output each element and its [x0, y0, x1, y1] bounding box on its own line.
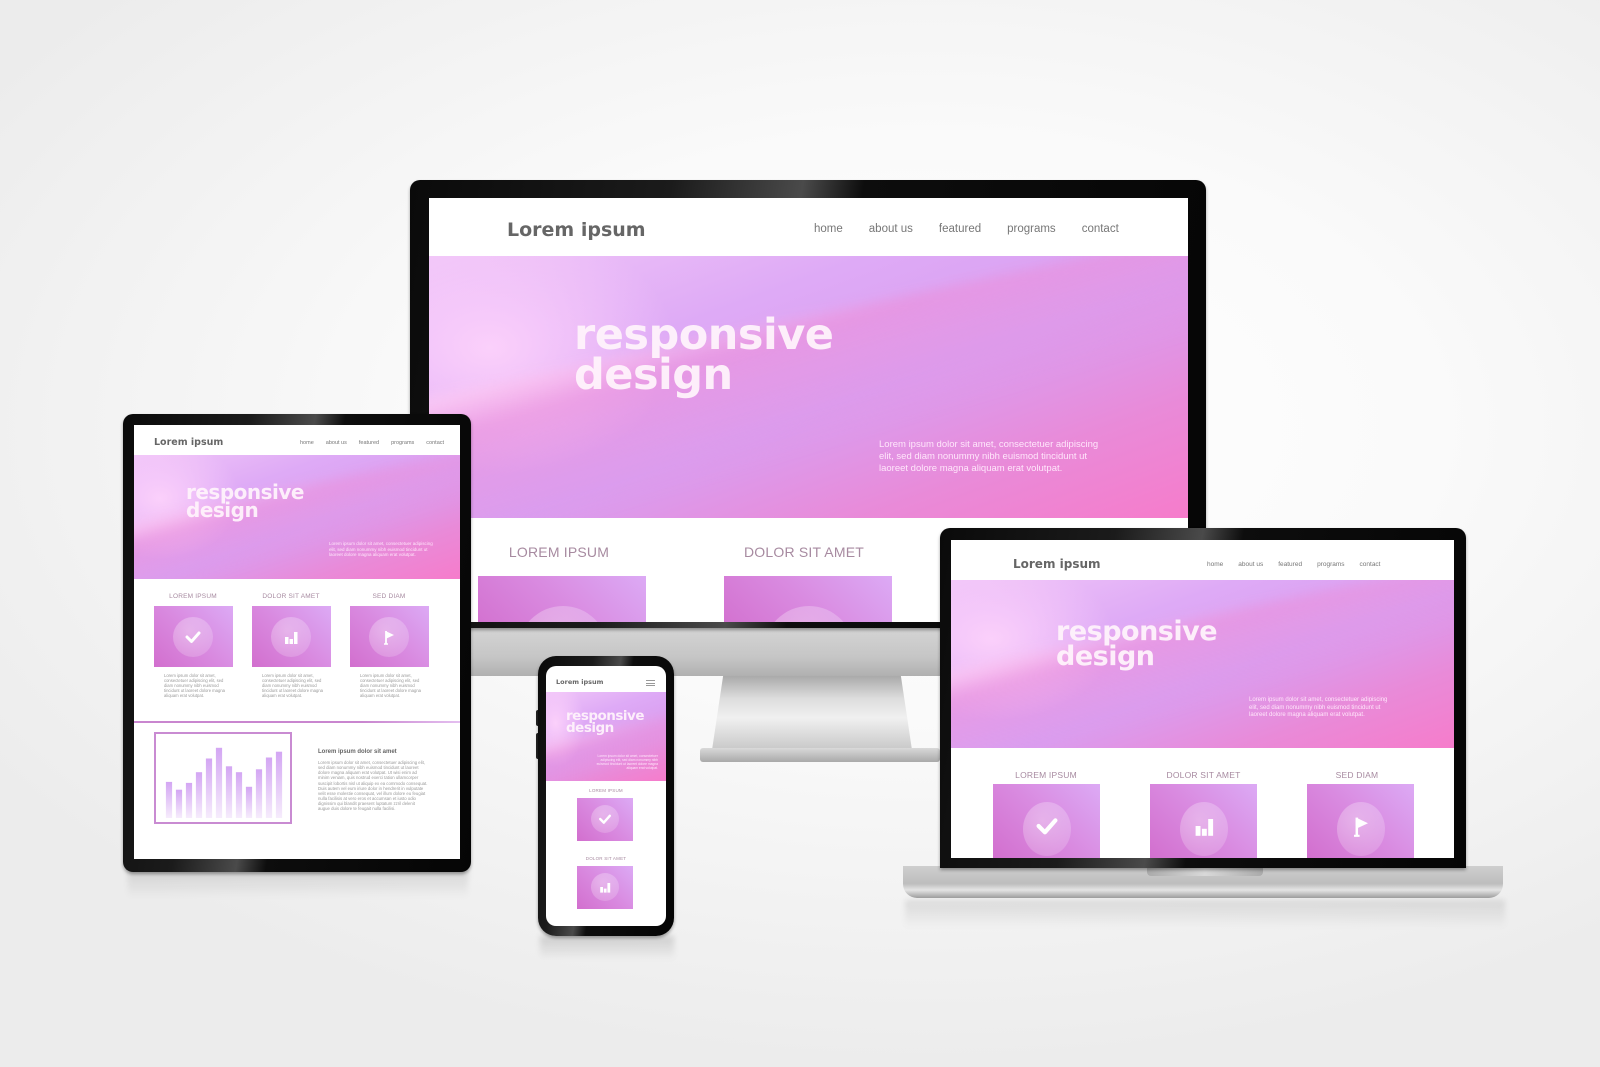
nav-about-us[interactable]: about us — [326, 440, 347, 446]
feature-body-3: Lorem ipsum dolor sit amet, consectetuer… — [360, 673, 421, 699]
feature-card-2[interactable] — [724, 576, 892, 622]
hero-copy: Lorem ipsum dolor sit amet, consectetuer… — [329, 541, 433, 558]
feature-card-1[interactable] — [993, 784, 1100, 858]
flag-icon — [384, 631, 394, 645]
bar-chart-icon — [285, 632, 298, 644]
check-icon — [599, 814, 611, 824]
feature-body-1: Lorem ipsum dolor sit amet, consectetuer… — [164, 673, 225, 699]
feature-card-1[interactable] — [478, 576, 646, 622]
feature-label-1: LOREM IPSUM — [1015, 770, 1077, 780]
hero-title-line2: design — [1056, 640, 1155, 672]
feature-label-1: LOREM IPSUM — [589, 788, 623, 793]
nav-contact[interactable]: contact — [1360, 561, 1381, 568]
feature-label-2: DOLOR SIT AMET — [743, 544, 864, 560]
feature-card-2[interactable] — [252, 606, 331, 667]
nav-programs[interactable]: programs — [1317, 561, 1344, 568]
chart-bar-4 — [195, 772, 203, 818]
feature-card-1[interactable] — [154, 606, 233, 667]
flag-icon — [1354, 817, 1368, 837]
nav-featured[interactable]: featured — [359, 440, 379, 446]
hero-title: responsive design — [574, 314, 834, 400]
nav-programs[interactable]: programs — [1007, 223, 1056, 235]
hero-banner: responsive design Lorem ipsum dolor sit … — [134, 455, 460, 579]
hamburger-menu-icon[interactable] — [646, 680, 655, 686]
article-body: Lorem ipsum dolor sit amet, consectetuer… — [318, 760, 428, 812]
nav-home[interactable]: home — [814, 223, 843, 235]
bar-chart — [154, 732, 292, 824]
nav-featured[interactable]: featured — [939, 223, 981, 235]
chart-bar-12 — [275, 751, 283, 818]
nav-bar: home about us featured programs contact — [300, 440, 444, 446]
feature-card-2[interactable] — [577, 866, 633, 909]
hero-title-line2: design — [574, 349, 733, 400]
chart-bar-3 — [185, 782, 193, 818]
hero-copy: Lorem ipsum dolor sit amet, consectetuer… — [596, 754, 658, 771]
section-divider — [134, 721, 460, 723]
feature-card-3[interactable] — [350, 606, 429, 667]
laptop-screen: Lorem ipsum home about us featured progr… — [951, 540, 1454, 858]
feature-label-2: DOLOR SIT AMET — [1166, 770, 1241, 780]
hero-copy: Lorem ipsum dolor sit amet, consectetuer… — [1249, 697, 1388, 718]
check-icon — [185, 631, 201, 643]
feature-card-3[interactable] — [1307, 784, 1414, 858]
nav-home[interactable]: home — [300, 440, 314, 446]
nav-about-us[interactable]: about us — [1238, 561, 1263, 568]
hero-banner: responsive design Lorem ipsum dolor sit … — [429, 256, 1188, 518]
bar-chart-icon — [600, 883, 611, 893]
chart-bar-6 — [215, 747, 223, 818]
chart-bar-2 — [175, 789, 183, 818]
nav-contact[interactable]: contact — [426, 440, 444, 446]
article-title: Lorem ipsum dolor sit amet — [318, 749, 397, 755]
feature-label-1: LOREM IPSUM — [169, 593, 217, 600]
laptop-reflection — [905, 900, 1505, 928]
hero-banner: responsive design Lorem ipsum dolor sit … — [546, 692, 666, 781]
chart-bar-8 — [235, 772, 243, 818]
feature-label-3: SED DIAM — [372, 593, 406, 600]
phone-screen: Lorem ipsum responsive design Lorem ipsu… — [546, 666, 666, 926]
chart-bar-10 — [255, 769, 263, 819]
bar-chart-icon — [1195, 819, 1214, 836]
tablet-reflection — [128, 868, 468, 898]
hero-banner: responsive design Lorem ipsum dolor sit … — [951, 580, 1454, 748]
nav-about-us[interactable]: about us — [869, 223, 913, 235]
hero-title: responsive design — [1056, 618, 1218, 672]
feature-label-2: DOLOR SIT AMET — [262, 593, 320, 600]
chart-bar-11 — [265, 757, 273, 818]
check-icon — [1036, 818, 1058, 835]
feature-label-3: SED DIAM — [1335, 770, 1379, 780]
hero-copy: Lorem ipsum dolor sit amet, consectetuer… — [879, 439, 1099, 474]
nav-home[interactable]: home — [1207, 561, 1223, 568]
brand-logo[interactable]: Lorem ipsum — [556, 678, 603, 686]
brand-logo[interactable]: Lorem ipsum — [1013, 557, 1101, 571]
hero-title: responsive design — [566, 709, 645, 737]
nav-featured[interactable]: featured — [1278, 561, 1302, 568]
brand-logo[interactable]: Lorem ipsum — [154, 437, 223, 448]
nav-bar: home about us featured programs contact — [1207, 561, 1381, 568]
feature-card-2[interactable] — [1150, 784, 1257, 858]
feature-label-2: DOLOR SIT AMET — [585, 856, 627, 861]
hero-title: responsive design — [186, 482, 305, 523]
monitor-stand-neck — [712, 670, 912, 750]
phone-reflection — [540, 936, 674, 960]
feature-label-1: LOREM IPSUM — [508, 544, 610, 560]
feature-card-1[interactable] — [577, 798, 633, 841]
feature-body-2: Lorem ipsum dolor sit amet, consectetuer… — [262, 673, 323, 699]
hero-title-line2: design — [566, 720, 614, 737]
nav-contact[interactable]: contact — [1082, 223, 1119, 235]
tablet-screen: Lorem ipsum home about us featured progr… — [134, 425, 460, 859]
chart-bar-5 — [205, 758, 213, 818]
nav-programs[interactable]: programs — [391, 440, 414, 446]
chart-bar-7 — [225, 766, 233, 818]
nav-bar: home about us featured programs contact — [814, 223, 1119, 235]
chart-bar-9 — [245, 786, 253, 818]
brand-logo[interactable]: Lorem ipsum — [507, 219, 646, 241]
monitor-stand-base — [700, 748, 940, 762]
hero-title-line2: design — [186, 498, 259, 523]
chart-bar-1 — [165, 781, 173, 818]
